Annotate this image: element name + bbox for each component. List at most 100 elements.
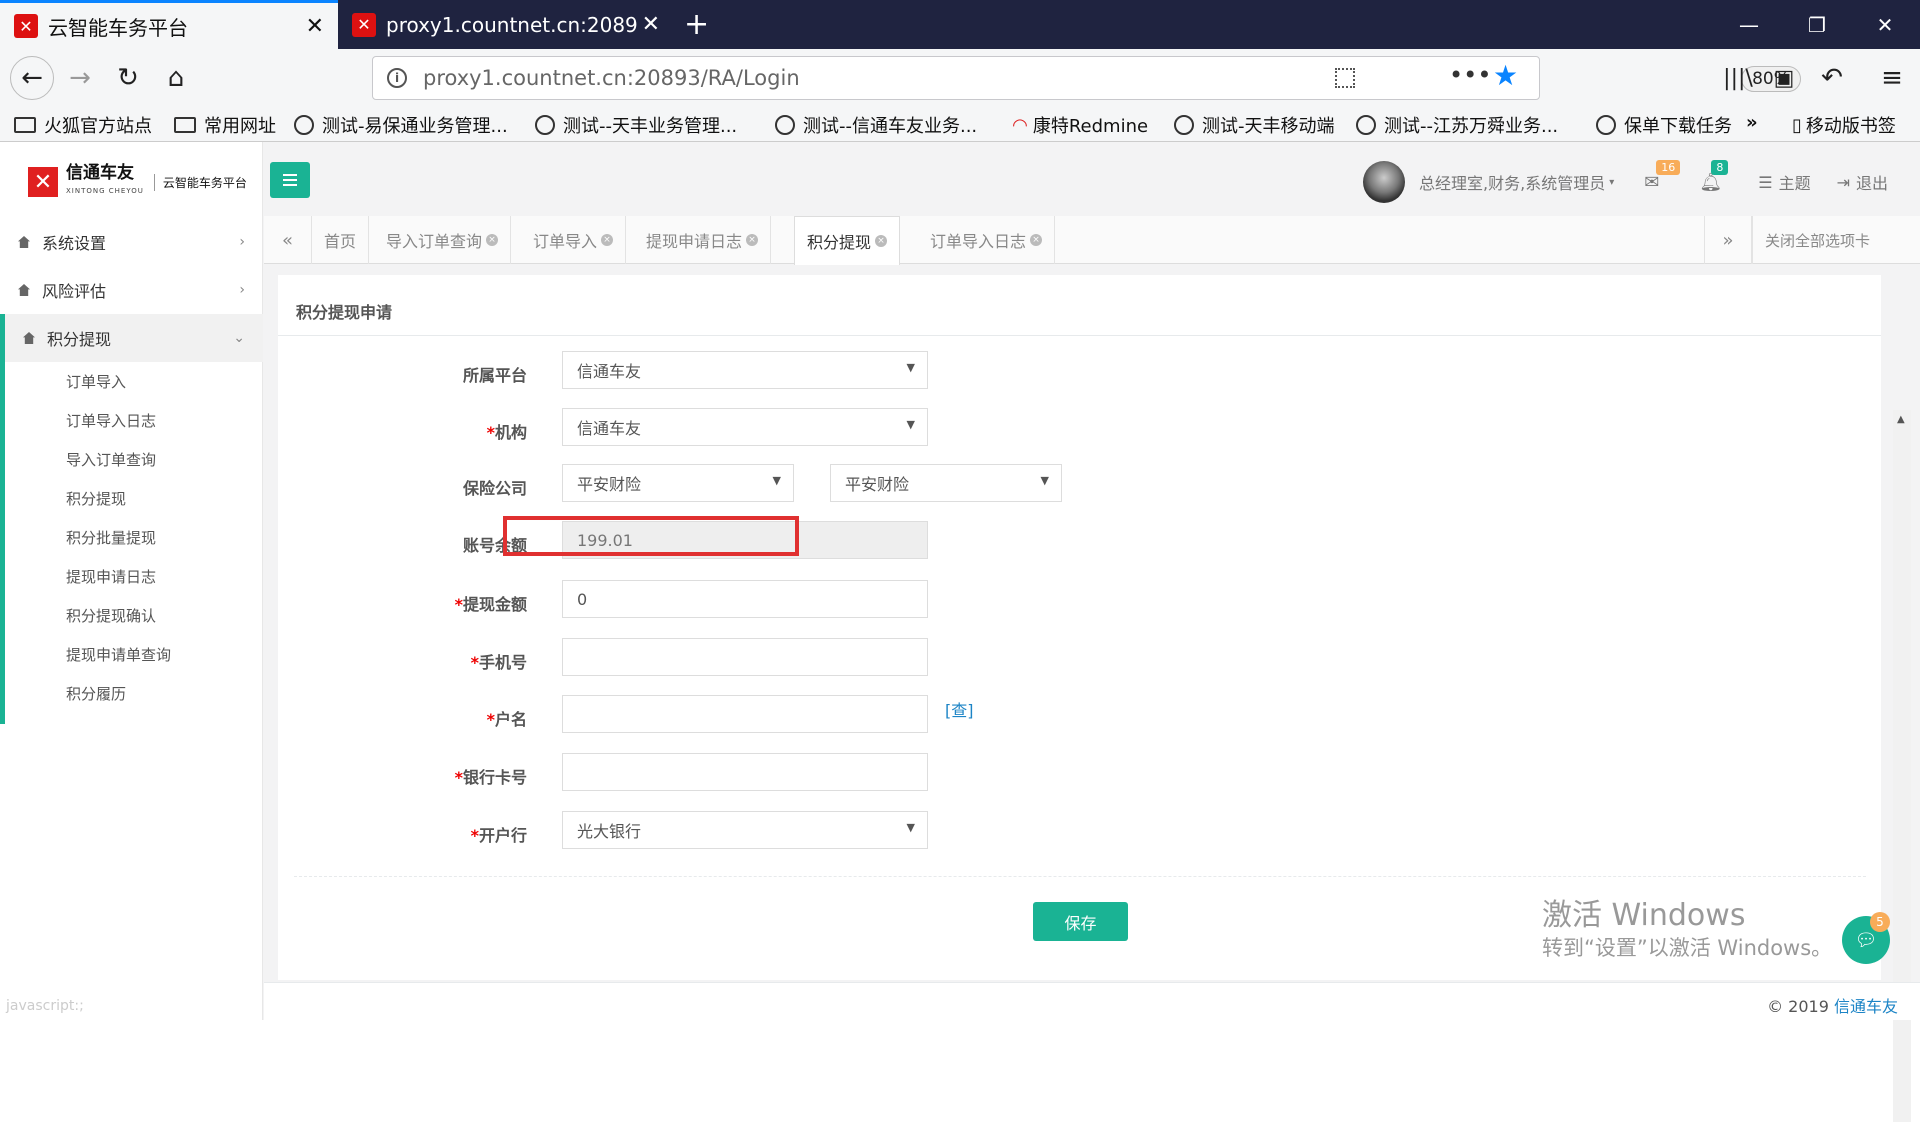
- sidebar-toggle-icon[interactable]: ▣: [1764, 58, 1804, 98]
- back-icon[interactable]: ←: [10, 56, 54, 100]
- close-tab-icon[interactable]: ×: [875, 235, 888, 247]
- qr-code-icon[interactable]: [1335, 68, 1355, 88]
- phone-label: *手机号: [470, 653, 527, 672]
- subitem-order-import-log[interactable]: 订单导入日志: [66, 410, 156, 431]
- insurer-label: 保险公司: [462, 479, 527, 498]
- close-tab-icon[interactable]: ×: [1030, 234, 1043, 246]
- reload-icon[interactable]: ↻: [108, 58, 148, 98]
- subitem-points-history[interactable]: 积分履历: [66, 683, 126, 704]
- balance-field: 199.01: [562, 521, 928, 559]
- menu-points-withdraw[interactable]: 积分提现 ⌄: [0, 314, 263, 362]
- page-tab[interactable]: 订单导入 ×: [521, 216, 627, 264]
- mail-badge: 16: [1656, 159, 1681, 175]
- bookmark-item[interactable]: 常用网址: [174, 112, 276, 138]
- mail-icon[interactable]: ✉ 16: [1644, 159, 1681, 193]
- minimize-icon[interactable]: —: [1716, 0, 1782, 49]
- bookmarks-bar: 火狐官方站点 常用网址 测试-易保通业务管理... 测试--天丰业务管理... …: [0, 108, 1920, 142]
- site-favicon-icon: ✕: [352, 12, 376, 37]
- close-all-tabs[interactable]: 关闭全部选项卡: [1752, 216, 1920, 264]
- page-tab-active[interactable]: 积分提现 ×: [794, 216, 901, 265]
- subitem-batch-withdraw[interactable]: 积分批量提现: [66, 527, 156, 548]
- more-actions-icon[interactable]: •••: [1449, 61, 1491, 89]
- chevron-right-icon: ›: [239, 234, 245, 250]
- menu-risk-assessment[interactable]: 风险评估 ›: [0, 266, 263, 314]
- page-tab[interactable]: 首页: [312, 216, 370, 264]
- amount-input[interactable]: 0: [562, 580, 928, 618]
- url-text[interactable]: proxy1.countnet.cn:20893/RA/Login: [423, 66, 800, 90]
- home-icon: [18, 236, 30, 248]
- undo-icon[interactable]: ↶: [1812, 58, 1852, 98]
- menu-toggle-button[interactable]: [270, 162, 310, 198]
- bookmark-star-icon[interactable]: ★: [1493, 59, 1518, 92]
- caret-down-icon: ▼: [772, 474, 781, 487]
- site-favicon-icon: ✕: [14, 14, 38, 38]
- avatar[interactable]: [1363, 161, 1406, 203]
- subitem-points-withdraw[interactable]: 积分提现: [66, 488, 126, 509]
- bank-select[interactable]: 光大银行 ▼: [562, 811, 928, 849]
- browser-tab-bar: ✕ 云智能车务平台 ✕ ✕ proxy1.countnet.cn:20893/T…: [0, 0, 1920, 49]
- mobile-bookmarks[interactable]: ▯ 移动版书签: [1792, 112, 1896, 138]
- logout-link[interactable]: 退出: [1856, 170, 1888, 194]
- close-window-icon[interactable]: ✕: [1852, 0, 1918, 49]
- menu-icon[interactable]: ≡: [1872, 58, 1912, 98]
- library-icon[interactable]: |||\: [1718, 58, 1758, 98]
- home-icon[interactable]: ⌂: [156, 58, 196, 98]
- bookmark-item[interactable]: 火狐官方站点: [14, 112, 152, 138]
- org-select[interactable]: 信通车友 ▼: [562, 408, 928, 446]
- insurer-branch-select[interactable]: 平安财险 ▼: [830, 464, 1062, 502]
- forward-icon[interactable]: →: [60, 58, 100, 98]
- subitem-withdraw-log[interactable]: 提现申请日志: [66, 566, 156, 587]
- balance-label: 账号余额: [462, 536, 527, 555]
- page-tab[interactable]: 提现申请日志 ×: [634, 216, 772, 264]
- browser-tab[interactable]: ✕ proxy1.countnet.cn:20893/Ta ✕: [338, 0, 674, 49]
- caret-down-icon: ▼: [906, 361, 915, 374]
- page-tab[interactable]: 订单导入日志 ×: [918, 216, 1056, 264]
- subitem-withdraw-query[interactable]: 提现申请单查询: [66, 644, 171, 665]
- close-tab-icon[interactable]: ✕: [306, 14, 324, 39]
- close-tab-icon[interactable]: ×: [486, 234, 499, 246]
- tabs-scroll-left-icon[interactable]: «: [264, 216, 312, 264]
- subitem-import-order-query[interactable]: 导入订单查询: [66, 449, 156, 470]
- restore-icon[interactable]: ❐: [1784, 0, 1850, 49]
- user-roles[interactable]: 总经理室,财务,系统管理员: [1419, 170, 1605, 194]
- insurer-select[interactable]: 平安财险 ▼: [562, 464, 794, 502]
- account-name-input[interactable]: [562, 695, 928, 733]
- phone-input[interactable]: [562, 638, 928, 676]
- footer-brand-link[interactable]: 信通车友: [1834, 997, 1898, 1016]
- subitem-withdraw-confirm[interactable]: 积分提现确认: [66, 605, 156, 626]
- close-tab-icon[interactable]: ✕: [642, 12, 660, 37]
- bookmark-item[interactable]: 测试-易保通业务管理...: [294, 112, 508, 138]
- site-info-icon[interactable]: i: [387, 68, 407, 88]
- bookmark-item[interactable]: ◠ 康特Redmine: [1013, 112, 1148, 138]
- bookmark-item[interactable]: 测试-天丰移动端: [1174, 112, 1335, 138]
- bookmark-item[interactable]: 测试--天丰业务管理...: [535, 112, 737, 138]
- theme-link[interactable]: 主题: [1779, 170, 1811, 194]
- close-tab-icon[interactable]: ×: [601, 234, 614, 246]
- caret-down-icon[interactable]: ▾: [1609, 177, 1614, 188]
- menu-system-settings[interactable]: 系统设置 ›: [0, 218, 263, 266]
- close-tab-icon[interactable]: ×: [746, 234, 759, 246]
- phone-icon: ▯: [1792, 114, 1802, 136]
- panel-title: 积分提现申请: [296, 303, 393, 322]
- subitem-order-import[interactable]: 订单导入: [66, 371, 126, 392]
- card-input[interactable]: [562, 753, 928, 791]
- card-label: *银行卡号: [454, 768, 527, 787]
- tabs-scroll-right-icon[interactable]: »: [1704, 216, 1752, 264]
- browser-tab-active[interactable]: ✕ 云智能车务平台 ✕: [0, 0, 338, 49]
- globe-icon: [1356, 115, 1376, 135]
- chevron-right-icon: ›: [239, 282, 245, 298]
- bookmark-item[interactable]: 测试--信通车友业务...: [775, 112, 977, 138]
- browser-tab-title: proxy1.countnet.cn:20893/Ta: [386, 12, 638, 37]
- caret-down-icon: ▼: [906, 821, 915, 834]
- platform-select[interactable]: 信通车友 ▼: [562, 351, 928, 389]
- bookmark-item[interactable]: 保单下载任务: [1596, 112, 1742, 138]
- bookmark-item[interactable]: 测试--江苏万舜业务...: [1356, 112, 1558, 138]
- globe-icon: [775, 115, 795, 135]
- lookup-link[interactable]: [查]: [945, 697, 974, 721]
- url-bar[interactable]: i proxy1.countnet.cn:20893/RA/Login 80% …: [372, 56, 1801, 100]
- bell-icon[interactable]: 🔔︎ 8: [1699, 159, 1729, 193]
- page-tab[interactable]: 导入订单查询 ×: [374, 216, 512, 264]
- more-bookmarks-icon[interactable]: »: [1746, 112, 1758, 133]
- new-tab-button[interactable]: +: [684, 0, 714, 49]
- save-button[interactable]: 保存: [1033, 902, 1128, 941]
